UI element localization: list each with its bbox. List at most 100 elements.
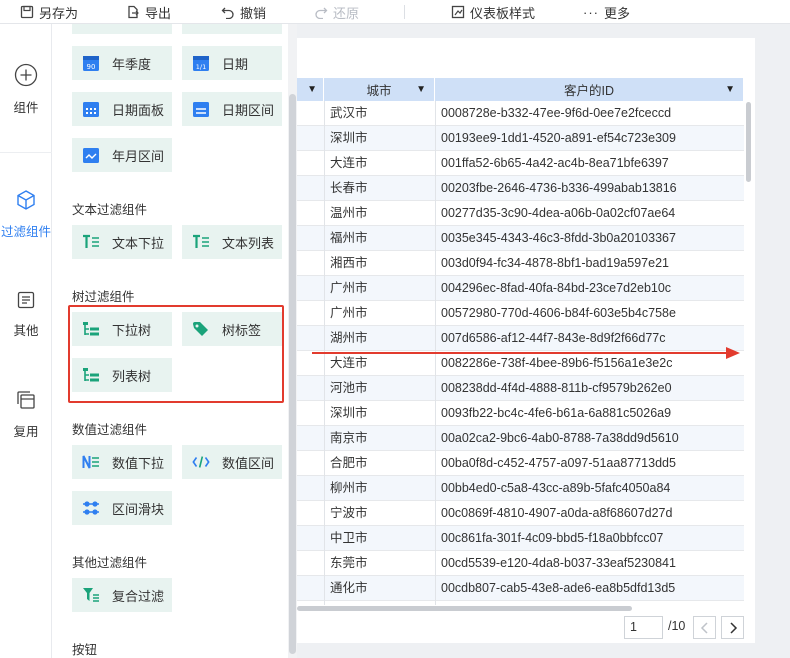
page-number-input[interactable]: 1 [624,616,663,639]
table-row[interactable]: 柳州市 00bb4ed0-c5a8-43cc-a89b-5fafc4050a84 [297,476,744,501]
column-header-label: 客户的ID [563,84,614,98]
card-label: 文本列表 [222,235,275,251]
panel-scrollbar-thumb[interactable] [289,94,296,654]
table-row[interactable]: 南京市 00a02ca2-9bc6-4ab0-8788-7a38dd9d5610 [297,426,744,451]
card-date-range[interactable]: 日期区间 [182,92,282,126]
table-row[interactable]: 河池市 008238dd-4f4d-4888-811b-cf9579b262e0 [297,376,744,401]
table-row[interactable]: 广州市 004296ec-8fad-40fa-84bd-23ce7d2eb10c [297,276,744,301]
table-row[interactable]: 广州市 00572980-770d-4606-b84f-603e5b4c758e [297,301,744,326]
cell-customer-id: 004296ec-8fad-40fa-84bd-23ce7d2eb10c [441,281,672,295]
more-label: 更多 [604,5,631,21]
dashboard-style-button[interactable]: 仪表板样式 [451,0,535,24]
card-partial[interactable] [72,24,172,34]
undo-button[interactable]: 撤销 [221,0,266,24]
cell-customer-id: 00c0869f-4810-4907-a0da-a8f68607d27d [441,506,673,520]
caret-down-icon[interactable]: ▼ [416,84,426,95]
card-partial[interactable] [182,24,282,34]
date-icon-text: 1/1 [196,63,206,71]
prev-page-button[interactable] [693,616,716,639]
table-row[interactable]: 温州市 00277d35-3c90-4dea-a06b-0a02cf07ae64 [297,201,744,226]
rail-label-other: 其他 [13,324,39,338]
number-dropdown-icon [82,453,100,471]
cell-city: 长春市 [330,181,368,195]
dashboard-style-label: 仪表板样式 [470,5,536,21]
funnel-icon [82,586,100,604]
text-list-icon [192,233,210,251]
cell-city: 通化市 [330,581,368,595]
card-label: 日期 [222,56,249,72]
rail-label-reuse: 复用 [13,425,39,439]
table-row[interactable]: 中卫市 00c861fa-301f-4c09-bbd5-f18a0bbfcc07 [297,526,744,551]
table-row[interactable]: 深圳市 00193ee9-1dd1-4520-a891-ef54c723e309 [297,126,744,151]
export-button[interactable]: 导出 [126,0,171,24]
card-text-list[interactable]: 文本列表 [182,225,282,259]
card-year-month-range[interactable]: 年月区间 [72,138,172,172]
card-date-panel[interactable]: 日期面板 [72,92,172,126]
redo-icon [315,7,328,19]
card-date[interactable]: 1/1 日期 [182,46,282,80]
card-number-dropdown[interactable]: 数值下拉 [72,445,172,479]
table-row[interactable]: 宁波市 00c0869f-4810-4907-a0da-a8f68607d27d [297,501,744,526]
column-header-label: 城市 [366,84,392,98]
cell-city: 宁波市 [330,506,368,520]
cell-city: 福州市 [330,231,368,245]
caret-down-icon[interactable]: ▼ [725,84,735,95]
cell-city: 温州市 [330,206,368,220]
rail-item-other[interactable]: 其他 [0,290,52,339]
year-quarter-icon-text: 90 [87,63,96,71]
document-icon [17,291,35,309]
table-row[interactable]: 东莞市 00cd5539-e120-4da8-b037-33eaf5230841 [297,551,744,576]
card-text-dropdown[interactable]: 文本下拉 [72,225,172,259]
column-header-customer-id[interactable]: 客户的ID ▼ [435,78,744,101]
cell-city: 深圳市 [330,406,368,420]
table-row[interactable]: 通化市 00cdb807-cab5-43e8-ade6-ea8b5dfd13d5 [297,576,744,601]
card-range-slider[interactable]: 区间滑块 [72,491,172,525]
card-label: 区间滑块 [112,501,165,517]
copy-icon [17,391,35,409]
table-row[interactable]: 合肥市 00ba0f8d-c452-4757-a097-51aa87713dd5 [297,451,744,476]
redo-button[interactable]: 还原 [314,0,359,24]
cell-customer-id: 008238dd-4f4d-4888-811b-cf9579b262e0 [441,381,672,395]
card-label: 年季度 [112,56,152,72]
table-vertical-scrollbar[interactable] [746,102,751,182]
redo-label: 还原 [333,5,360,21]
table-row[interactable]: 武汉市 0008728e-b332-47ee-9f6d-0ee7e2fceccd [297,101,744,126]
save-as-button[interactable]: 另存为 [20,0,78,24]
card-label: 年月区间 [112,148,165,164]
caret-down-icon[interactable]: ▼ [307,84,317,95]
table-row[interactable]: 深圳市 0093fb22-bc4c-4fe6-b61a-6a881c5026a9 [297,401,744,426]
section-title-text-filter: 文本过滤组件 [72,203,148,217]
rail-item-reuse[interactable]: 复用 [0,389,52,440]
cell-city: 深圳市 [330,131,368,145]
card-compound-filter[interactable]: 复合过滤 [72,578,172,612]
cell-customer-id: 00572980-770d-4606-b84f-603e5b4c758e [441,306,676,320]
table-row[interactable]: 长春市 00203fbe-2646-4736-b336-499abab13816 [297,176,744,201]
table-horizontal-scrollbar[interactable] [297,606,632,611]
cell-city: 湘西市 [330,256,368,270]
table-row[interactable]: 福州市 0035e345-4343-46c3-8fdd-3b0a20103367 [297,226,744,251]
cell-city: 广州市 [330,281,368,295]
cell-city: 武汉市 [330,106,368,120]
section-title-tree-filter: 树过滤组件 [72,290,135,304]
save-icon [20,5,34,19]
cell-customer-id: 00203fbe-2646-4736-b336-499abab13816 [441,181,677,195]
tree-filter-highlight [68,305,284,403]
rail-item-filter-components[interactable]: 过滤组件 [0,189,52,240]
cell-city: 大连市 [330,156,368,170]
cell-customer-id: 00cd5539-e120-4da8-b037-33eaf5230841 [441,556,676,570]
chevron-right-icon [729,621,737,634]
column-header-city[interactable]: 城市 ▼ [324,78,435,101]
cell-city: 合肥市 [330,456,368,470]
card-year-quarter[interactable]: 90 年季度 [72,46,172,80]
table-row[interactable]: 湘西市 003d0f94-fc34-4878-8bf1-bad19a597e21 [297,251,744,276]
rail-item-components[interactable]: 组件 [0,63,52,116]
card-number-range[interactable]: 数值区间 [182,445,282,479]
cube-icon [17,190,35,210]
next-page-button[interactable] [721,616,744,639]
table-row[interactable]: 大连市 001ffa52-6b65-4a42-ac4b-8ea71bfe6397 [297,151,744,176]
column-header-0[interactable]: ▼ [297,78,324,101]
more-button[interactable]: ··· 更多 [583,0,630,24]
cell-customer-id: 00c861fa-301f-4c09-bbd5-f18a0bbfcc07 [441,531,664,545]
calendar-grid-icon [82,100,100,118]
export-icon [128,5,139,19]
